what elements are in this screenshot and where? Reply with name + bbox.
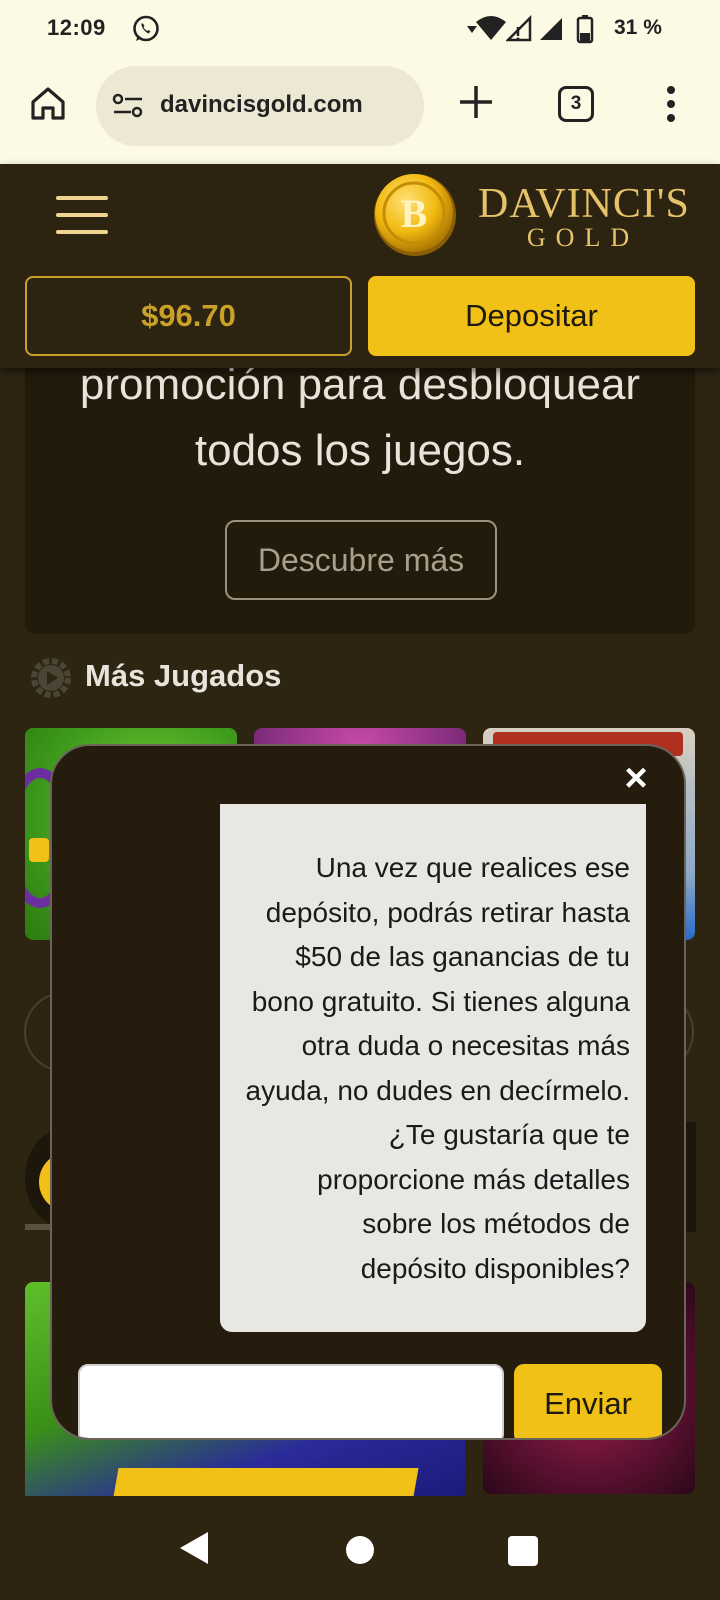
logo-line-1: DAVINCI'S — [478, 181, 690, 227]
chat-line: bono gratuito. Si tienes alguna — [251, 985, 630, 1017]
more-options-icon[interactable] — [662, 84, 682, 124]
recents-icon[interactable] — [508, 1536, 538, 1566]
chat-message-input[interactable] — [78, 1364, 504, 1438]
wifi-icon — [476, 16, 506, 40]
site-settings-icon[interactable] — [112, 93, 144, 119]
chat-line: ayuda, no dudes en decírmelo. — [245, 1074, 630, 1106]
back-icon[interactable] — [178, 1530, 210, 1566]
chat-line: $50 de las ganancias de tu — [295, 941, 630, 972]
bitcoin-coin-logo[interactable]: B — [370, 172, 460, 258]
status-bar: 12:09 31 % — [0, 0, 720, 58]
android-nav-bar — [0, 1496, 720, 1600]
svg-text:B: B — [401, 191, 428, 236]
status-time: 12:09 — [47, 15, 106, 40]
close-icon[interactable]: × — [618, 758, 654, 798]
home-circle-icon[interactable] — [346, 1536, 374, 1564]
chat-line: Una vez que realices ese — [315, 852, 630, 883]
battery-percentage: 31 % — [614, 16, 662, 39]
promo-card: promoción para desbloquear todos los jue… — [25, 340, 695, 634]
new-tab-icon[interactable] — [456, 82, 496, 122]
browser-toolbar: davincisgold.com 3 — [0, 58, 720, 164]
address-bar[interactable]: davincisgold.com — [96, 66, 424, 146]
chat-line: depósito disponibles? — [360, 1252, 630, 1284]
site-header: B DAVINCI'S GOLD $96.70 Depositar — [0, 164, 720, 368]
chat-line: depósito, podrás retirar hasta — [265, 896, 630, 928]
chat-modal: × Una vez que realices ese depósito, pod… — [50, 744, 686, 1440]
signal-icon-2 — [540, 18, 562, 40]
promo-text-line-2: todos los juegos. — [194, 426, 526, 475]
tab-switcher-button[interactable]: 3 — [558, 86, 594, 122]
signal-icon — [506, 14, 532, 42]
hamburger-menu-icon[interactable] — [56, 194, 108, 236]
chat-line: otra duda o necesitas más — [301, 1030, 630, 1061]
home-icon[interactable] — [28, 83, 68, 123]
play-gear-icon — [31, 658, 71, 698]
balance-display[interactable]: $96.70 — [25, 276, 352, 356]
chat-line: proporcione más detalles — [317, 1163, 630, 1195]
section-title: Más Jugados — [85, 658, 282, 693]
deposit-button[interactable]: Depositar — [368, 276, 695, 356]
whatsapp-icon — [133, 15, 159, 42]
battery-icon — [576, 15, 594, 44]
chat-line: sobre los métodos de — [362, 1208, 630, 1239]
url-text: davincisgold.com — [160, 91, 363, 118]
brand-logo-text[interactable]: DAVINCI'S GOLD — [478, 181, 690, 252]
chat-message-bubble: Una vez que realices ese depósito, podrá… — [220, 804, 646, 1332]
discover-more-button[interactable]: Descubre más — [225, 520, 497, 600]
logo-line-2: GOLD — [526, 223, 640, 252]
send-button[interactable]: Enviar — [514, 1364, 662, 1438]
chat-line: ¿Te gustaría que te — [388, 1119, 630, 1150]
chat-message-text: Una vez que realices ese depósito, podrá… — [230, 846, 630, 1291]
